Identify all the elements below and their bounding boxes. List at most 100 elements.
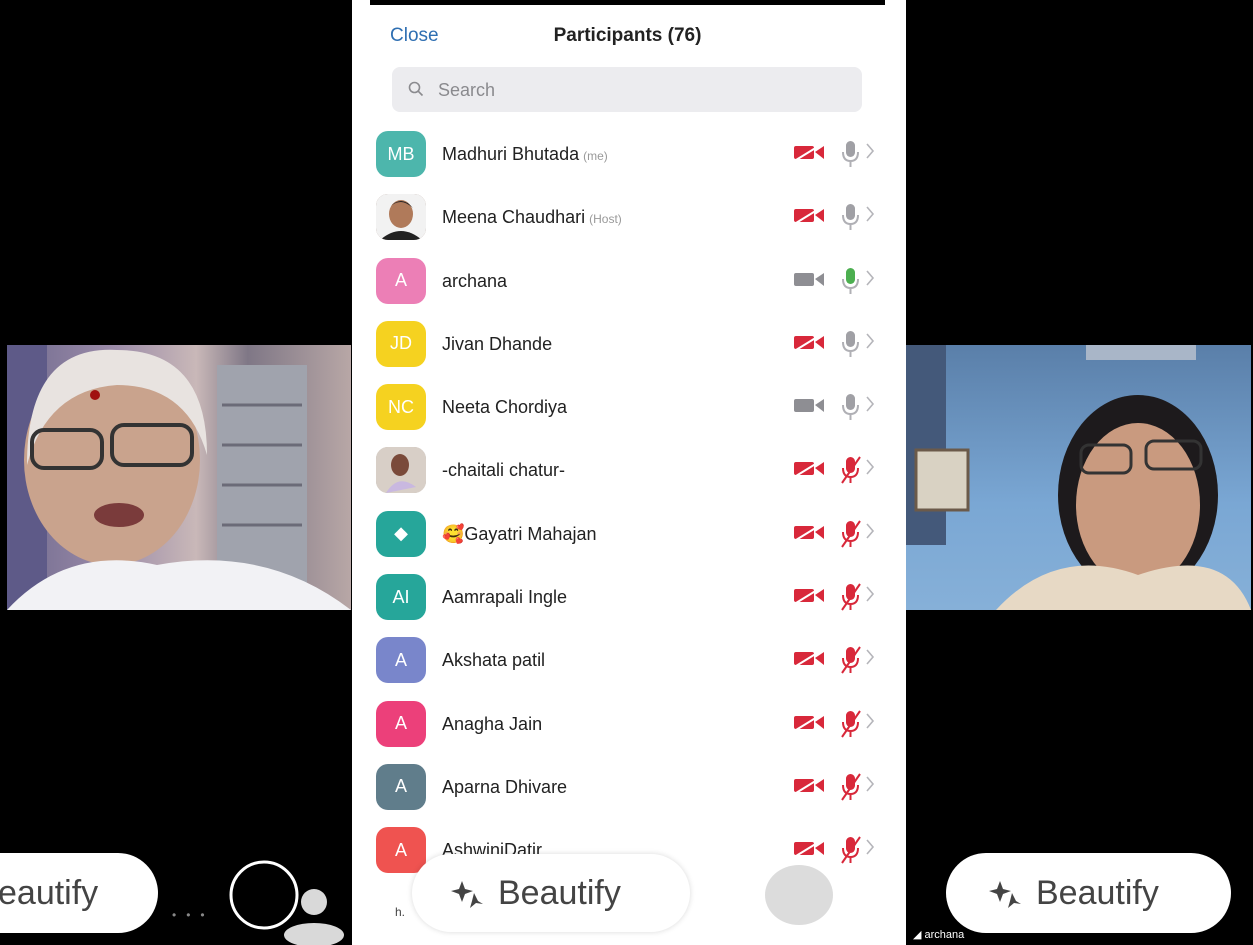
row-chevron[interactable] (865, 142, 875, 165)
row-chevron[interactable] (865, 269, 875, 292)
row-chevron[interactable] (865, 648, 875, 671)
video-status (794, 712, 826, 736)
beautify-button-right[interactable]: Beautify (946, 853, 1231, 933)
chevron-right-icon (866, 649, 875, 665)
avatar: A (376, 257, 426, 304)
mic-on-icon (842, 204, 859, 231)
video-tile-left[interactable] (7, 345, 351, 610)
video-off-icon (794, 459, 824, 478)
video-off-icon (794, 712, 824, 731)
video-status (794, 649, 826, 672)
participant-row[interactable]: AI Aamrapali Ingle (370, 566, 885, 629)
participant-name-text: Akshata patil (442, 650, 546, 671)
mic-status (840, 645, 862, 680)
search-input[interactable] (436, 76, 840, 104)
video-off-icon (794, 143, 824, 161)
chevron-right-icon (866, 523, 875, 539)
row-chevron[interactable] (865, 205, 875, 228)
participant-name: Aparna Dhivare (442, 777, 567, 798)
panel-title: Participants (76) (553, 25, 702, 46)
avatar: MB (376, 131, 426, 177)
participants-list: MB Madhuri Bhutada (me) Meena Chaudhari (Ho… (370, 123, 885, 883)
participant-row[interactable]: ◆ 🥰Gayatri Mahajan (370, 503, 885, 566)
beautify-button-center[interactable]: Beautify (412, 854, 690, 932)
participant-row[interactable]: A Akshata patil (370, 629, 885, 692)
row-chevron[interactable] (865, 522, 875, 545)
row-chevron[interactable] (865, 712, 875, 735)
chevron-right-icon (866, 143, 875, 159)
video-off-icon (794, 586, 824, 604)
mic-muted-icon (841, 710, 861, 738)
video-status (794, 459, 826, 482)
participant-role-tag: (me) (583, 149, 608, 163)
video-off-icon (794, 333, 824, 351)
mic-status (840, 772, 862, 807)
mic-muted-icon (841, 646, 861, 674)
avatar (376, 194, 426, 241)
beautify-label-center: Beautify (498, 873, 621, 912)
participant-name: -chaitali chatur- (442, 460, 565, 481)
avatar: NC (376, 384, 426, 431)
video-off-icon (794, 839, 824, 858)
row-chevron[interactable] (865, 332, 875, 355)
participant-row[interactable]: NC Neeta Chordiya (370, 376, 885, 439)
video-status (794, 586, 826, 609)
mic-muted-icon (841, 583, 861, 611)
beautify-button-left[interactable]: eautify (0, 853, 158, 933)
participant-row[interactable]: Aarchana (370, 250, 885, 313)
row-chevron[interactable] (865, 395, 875, 418)
chevron-right-icon (866, 586, 875, 602)
mic-status (840, 519, 862, 554)
chevron-right-icon (866, 333, 875, 349)
participant-row[interactable]: JD Jivan Dhande (370, 313, 885, 376)
video-tile-right[interactable] (906, 345, 1251, 610)
participant-name: Neeta Chordiya (442, 397, 567, 418)
participant-name: Madhuri Bhutada (me) (442, 144, 608, 165)
participant-name-text: Meena Chaudhari (442, 207, 586, 228)
chevron-right-icon (866, 270, 875, 286)
participant-row[interactable]: MB Madhuri Bhutada (me) (370, 123, 885, 186)
panel-left-border (352, 0, 370, 945)
avatar (376, 447, 426, 494)
mic-status (840, 582, 862, 617)
sparkle-icon (451, 881, 483, 908)
mic-on-icon (842, 141, 859, 167)
chevron-right-icon (866, 459, 875, 476)
participant-name: Anagha Jain (442, 714, 542, 735)
video-off-icon (794, 206, 824, 225)
panel-right-border (885, 0, 906, 945)
camera-toggle-icon[interactable] (228, 860, 348, 945)
participant-row[interactable]: A Aparna Dhivare (370, 756, 885, 819)
participant-name-text: Anagha Jain (442, 713, 543, 734)
participant-name: Aamrapali Ingle (442, 587, 567, 608)
participant-row[interactable]: -chaitali chatur- (370, 439, 885, 502)
participant-role-tag: (Host) (589, 212, 622, 227)
participant-name: archana (442, 271, 507, 292)
row-chevron[interactable] (865, 838, 875, 861)
participant-row[interactable]: Meena Chaudhari (Host) (370, 186, 885, 249)
search-bar[interactable] (392, 67, 862, 112)
mic-status (840, 329, 862, 364)
participant-name-text: Neeta Chordiya (442, 397, 568, 418)
video-status (794, 396, 826, 419)
participant-row[interactable]: A Anagha Jain (370, 693, 885, 756)
participant-name-text: Aparna Dhivare (442, 776, 568, 797)
participant-name: 🥰Gayatri Mahajan (442, 524, 596, 545)
row-chevron[interactable] (865, 585, 875, 608)
record-button[interactable] (765, 865, 833, 925)
avatar: A (376, 763, 426, 810)
video-off-icon (794, 649, 824, 668)
row-chevron[interactable] (865, 458, 875, 481)
video-status (794, 206, 826, 229)
panel-header: Close Participants (76) (370, 15, 885, 59)
row-chevron[interactable] (865, 775, 875, 798)
mic-status (840, 266, 862, 301)
video-on-icon (794, 399, 824, 413)
avatar: A (376, 637, 426, 684)
avatar-photo (376, 194, 426, 241)
mic-muted-icon (841, 456, 861, 485)
mic-status (840, 455, 862, 490)
video-status (794, 839, 826, 862)
video-on-icon (794, 272, 824, 286)
video-status (794, 143, 826, 166)
